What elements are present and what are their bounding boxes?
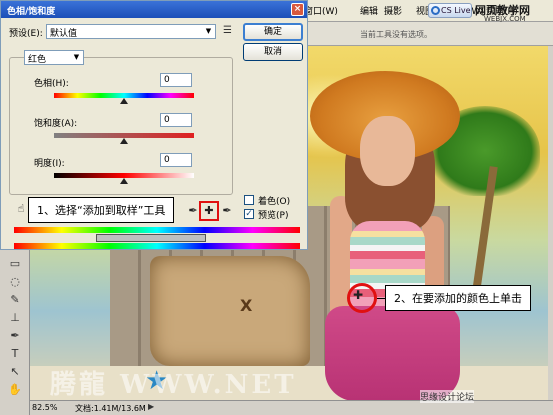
dialog-titlebar[interactable]: 色相/饱和度 × [1, 1, 307, 18]
preset-select[interactable]: 默认值 ▼ [46, 24, 216, 39]
cs-live-icon [431, 6, 440, 15]
options-bar: 当前工具没有选项。 [300, 22, 553, 46]
lightness-label: 明度(I): [34, 159, 65, 169]
range-selector[interactable] [96, 234, 206, 242]
lightness-input[interactable]: 0 [160, 153, 192, 167]
add-to-sample-highlight [199, 201, 219, 221]
hue-label: 色相(H): [34, 79, 69, 89]
eyedropper-plus-cursor-icon: ✚ [353, 288, 364, 302]
woman-face [360, 116, 415, 186]
brush-tool-icon[interactable]: ✎ [7, 292, 23, 308]
saturation-input[interactable]: 0 [160, 113, 192, 127]
marquee-tool-icon[interactable]: ▭ [7, 256, 23, 272]
hue-slider-thumb[interactable] [120, 98, 128, 104]
site-watermark-bottom: 思缘设计论坛 [420, 390, 475, 403]
stamp-tool-icon[interactable]: ⊥ [7, 310, 23, 326]
menu-edit[interactable]: 编辑 [360, 4, 378, 17]
zoom-level[interactable]: 82.5% [32, 403, 57, 412]
map-x-mark: X [240, 296, 253, 315]
result-color-ramp [14, 243, 300, 249]
cs-live-label: CS Live [441, 6, 471, 15]
status-bar: 82.5% 文档:1.41M/13.6M ▶ [30, 400, 553, 415]
menu-window[interactable]: 窗口(W) [304, 4, 338, 17]
preset-value: 默认值 [50, 29, 78, 39]
status-menu-arrow-icon[interactable]: ▶ [148, 402, 154, 411]
pen-tool-icon[interactable]: ✒ [7, 328, 23, 344]
document-size: 文档:1.41M/13.6M [75, 404, 146, 413]
cancel-button[interactable]: 取消 [243, 43, 303, 61]
target-adjust-hand-icon[interactable]: ☝ [13, 201, 29, 217]
ok-button[interactable]: 确定 [243, 23, 303, 41]
type-tool-icon[interactable]: T [7, 346, 23, 362]
source-color-ramp [14, 227, 300, 233]
toolbox: ▭ ◌ ✎ ⊥ ✒ T ↖ ✋ [0, 250, 30, 415]
menu-bar: 窗口(W) 编辑 摄影 视图(V) 窗口(W) 帮助(H) CS Live 网页… [300, 0, 553, 23]
saturation-label: 饱和度(A): [34, 119, 78, 129]
step2-leader-line [377, 298, 385, 299]
colorize-label: 着色(O) [258, 197, 291, 207]
step1-callout: 1、选择“添加到取样”工具 [28, 197, 175, 223]
photoshop-window: 窗口(W) 编辑 摄影 视图(V) 窗口(W) 帮助(H) CS Live 网页… [0, 0, 553, 415]
menu-photo[interactable]: 摄影 [384, 4, 402, 17]
dialog-title: 色相/饱和度 [7, 7, 56, 17]
colorize-checkbox[interactable] [244, 195, 254, 205]
hand-tool-icon[interactable]: ✋ [7, 382, 23, 398]
options-hint: 当前工具没有选项。 [360, 30, 432, 39]
woman-pink-skirt [325, 306, 460, 400]
close-icon[interactable]: × [291, 3, 304, 16]
canvas-watermark: 腾龍 WWW.NET [50, 370, 297, 400]
chevron-down-icon: ▼ [73, 53, 80, 61]
treasure-map [150, 256, 310, 366]
saturation-slider-thumb[interactable] [120, 138, 128, 144]
chevron-down-icon: ▼ [205, 27, 212, 35]
adjustment-group: 红色 ▼ 色相(H): 0 饱和度(A): 0 明度(I): 0 [9, 50, 233, 195]
subtract-from-sample-eyedropper-icon[interactable]: ✒ [219, 203, 235, 219]
preview-checkbox[interactable]: ✓ [244, 209, 254, 219]
preset-options-icon[interactable]: ☰ [223, 25, 232, 36]
channel-value: 红色 [28, 55, 47, 65]
channel-select[interactable]: 红色 ▼ [24, 50, 84, 65]
hue-input[interactable]: 0 [160, 73, 192, 87]
path-select-tool-icon[interactable]: ↖ [7, 364, 23, 380]
cs-live-button[interactable]: CS Live [428, 3, 472, 18]
preview-label: 预览(P) [258, 211, 289, 221]
step2-callout: 2、在要添加的颜色上单击 [385, 285, 531, 311]
preset-label: 预设(E): [9, 29, 43, 39]
lightness-slider-thumb[interactable] [120, 178, 128, 184]
lasso-tool-icon[interactable]: ◌ [7, 274, 23, 290]
